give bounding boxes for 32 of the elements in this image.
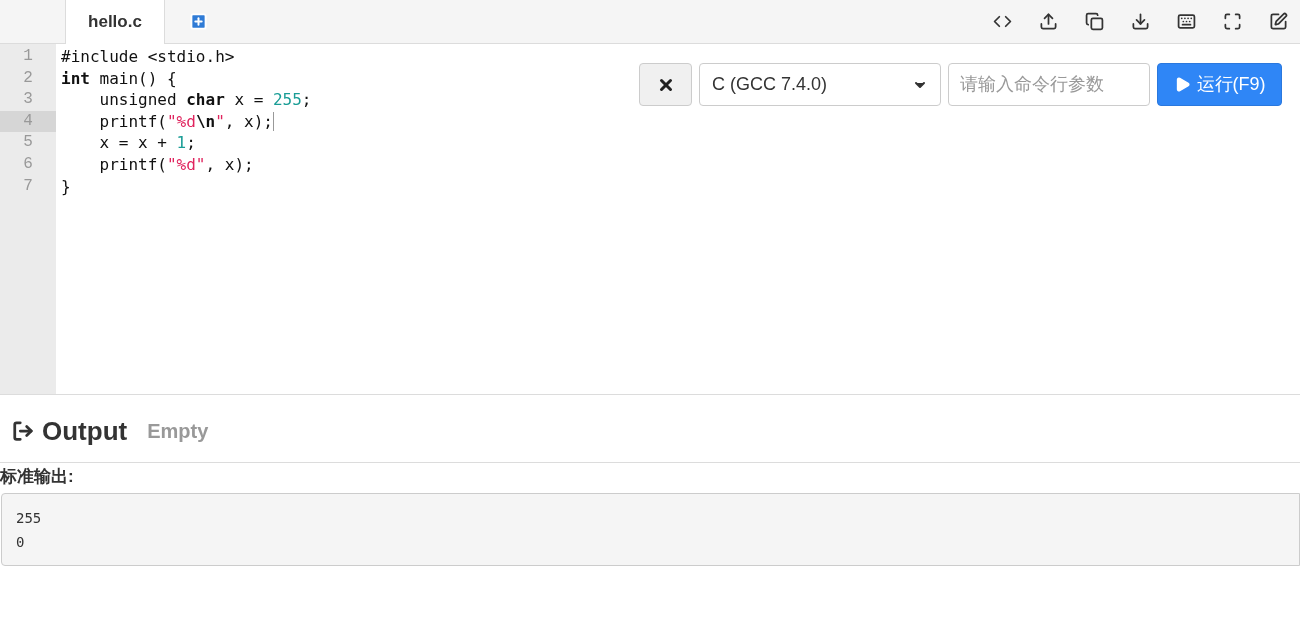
clear-button[interactable] bbox=[639, 63, 692, 106]
args-field[interactable]: 请输入命令行参数 bbox=[948, 63, 1150, 106]
stdout-line: 255 bbox=[16, 508, 42, 528]
code-line: printf("%d", x); bbox=[98, 153, 254, 176]
keyboard-icon[interactable] bbox=[1177, 12, 1196, 31]
file-tab[interactable]: hello.c bbox=[65, 0, 165, 44]
code-line: printf("%d\n", x); bbox=[98, 110, 273, 133]
stdout-label: 标准输出: bbox=[0, 466, 74, 487]
code-line: x = x + 1; bbox=[98, 132, 196, 154]
code-line: #include <stdio.h> bbox=[61, 46, 235, 68]
stdout-line: 0 bbox=[16, 532, 25, 552]
line-number: 4 bbox=[23, 110, 33, 132]
line-number: 7 bbox=[23, 175, 33, 197]
run-button[interactable]: 运行(F9) bbox=[1157, 63, 1282, 106]
edit-icon[interactable] bbox=[1269, 12, 1288, 31]
output-status: Empty bbox=[147, 419, 209, 444]
copy-icon[interactable] bbox=[1085, 12, 1104, 31]
line-number: 2 bbox=[23, 67, 33, 89]
code-line: } bbox=[61, 175, 71, 198]
language-select[interactable]: C (GCC 7.4.0) bbox=[699, 63, 941, 106]
output-icon bbox=[12, 420, 34, 442]
fullscreen-icon[interactable] bbox=[1223, 12, 1242, 31]
output-title: Output bbox=[42, 414, 128, 448]
line-number: 3 bbox=[23, 89, 33, 111]
code-line: int main() { bbox=[61, 67, 177, 90]
download-icon[interactable] bbox=[1131, 12, 1150, 31]
line-number: 1 bbox=[23, 46, 33, 67]
line-number: 6 bbox=[23, 153, 33, 175]
code-line: unsigned char x = 255; bbox=[98, 89, 312, 111]
line-number: 5 bbox=[23, 132, 33, 154]
add-tab-button[interactable] bbox=[189, 12, 208, 31]
upload-icon[interactable] bbox=[1039, 12, 1058, 31]
